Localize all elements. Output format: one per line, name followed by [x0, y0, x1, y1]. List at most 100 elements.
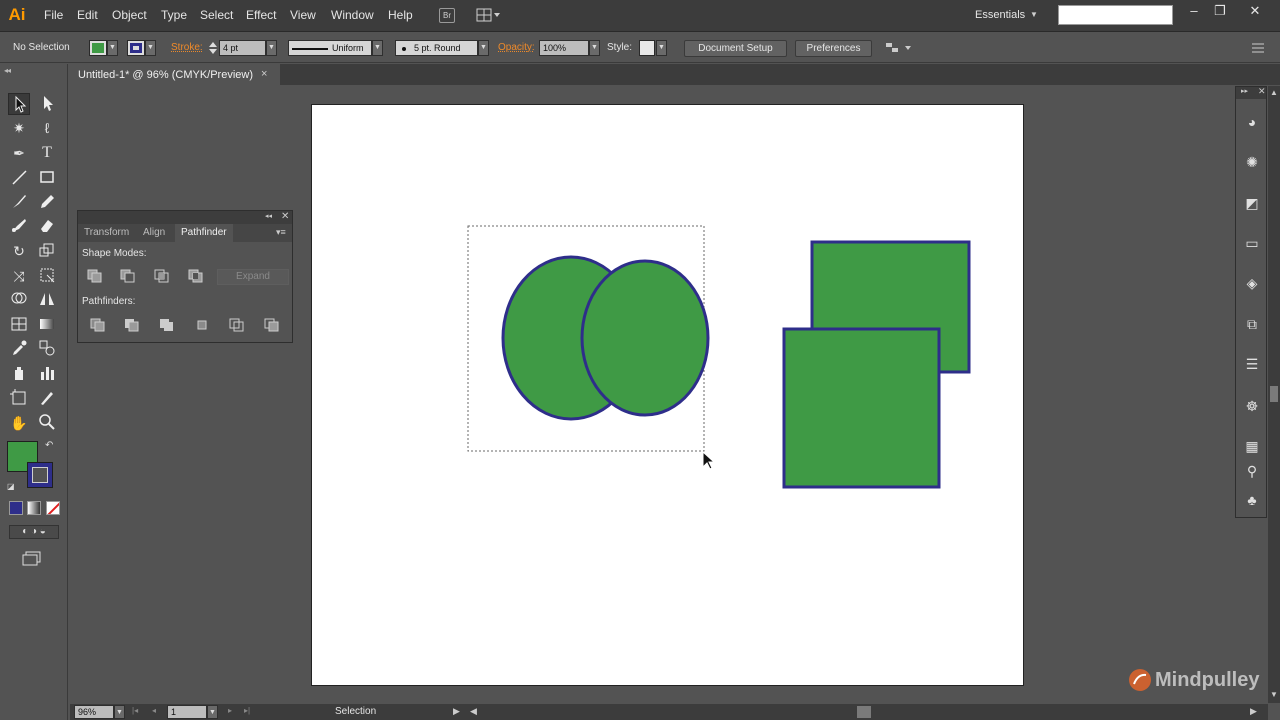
stroke-dropdown[interactable]: ▼ — [145, 40, 156, 56]
close-icon[interactable]: ✕ — [281, 211, 289, 222]
minus-back-icon[interactable] — [264, 318, 280, 332]
search-input[interactable] — [1058, 5, 1173, 25]
draw-mode-icon[interactable]: ◐ ◑ ◒ — [9, 525, 59, 539]
menu-edit[interactable]: Edit — [77, 8, 98, 22]
panel-titlebar[interactable]: ◂◂ ✕ — [78, 211, 292, 224]
stepper-icon[interactable] — [208, 41, 218, 55]
color-mode-icon[interactable] — [9, 501, 23, 515]
artboard-tool-icon[interactable] — [8, 388, 30, 410]
profile-dropdown[interactable]: ▼ — [372, 40, 383, 56]
rectangle-tool-icon[interactable] — [36, 167, 58, 189]
stroke-panel-icon[interactable]: ☰ — [1242, 354, 1262, 374]
right-ellipse[interactable] — [580, 259, 710, 417]
panel-menu-icon[interactable] — [1252, 43, 1264, 53]
expand-panels-icon[interactable]: ▸▸ — [1241, 87, 1248, 95]
pencil-tool-icon[interactable] — [36, 191, 58, 213]
graphic-style-swatch[interactable] — [639, 40, 655, 56]
color-panel-icon[interactable]: ◕ — [1242, 112, 1262, 132]
expand-button[interactable]: Expand — [217, 269, 289, 285]
close-button[interactable]: ✕ — [1245, 3, 1265, 21]
type-tool-icon[interactable]: T — [36, 142, 58, 164]
gradient-tool-icon[interactable] — [36, 314, 58, 336]
artboard[interactable] — [311, 104, 1024, 686]
swatches-panel-icon[interactable]: ◩ — [1242, 193, 1262, 213]
previous-artboard-icon[interactable]: ◂ — [152, 706, 156, 715]
bridge-button[interactable]: Br — [439, 8, 455, 23]
first-artboard-icon[interactable]: |◂ — [132, 706, 138, 715]
pen-tool-icon[interactable]: ✒ — [8, 142, 30, 164]
symbols-panel-icon[interactable]: ♣ — [1242, 490, 1262, 510]
menu-view[interactable]: View — [290, 8, 316, 22]
opacity-label[interactable]: Opacity: — [498, 42, 535, 53]
brushes-panel-icon[interactable]: ⚲ — [1242, 461, 1262, 481]
arrange-icon[interactable] — [885, 42, 913, 54]
next-artboard-icon[interactable]: ▸ — [228, 706, 232, 715]
column-graph-tool-icon[interactable] — [36, 363, 58, 385]
line-segment-tool-icon[interactable] — [8, 167, 30, 189]
status-text[interactable]: Selection — [335, 706, 376, 717]
lasso-tool-icon[interactable]: ℓ — [36, 117, 58, 139]
gradient-panel-icon[interactable]: ▭ — [1242, 233, 1262, 253]
tab-pathfinder[interactable]: Pathfinder — [175, 224, 233, 242]
width-tool-icon[interactable]: ⤨ — [8, 265, 30, 287]
opacity-input[interactable]: 100% — [539, 40, 589, 56]
arrange-documents-icon[interactable] — [476, 8, 502, 23]
unite-icon[interactable] — [87, 269, 103, 283]
crop-icon[interactable] — [194, 318, 210, 332]
chevron-down-icon[interactable]: ▼ — [1030, 10, 1038, 19]
dock-header[interactable]: ▸▸ ✕ — [1236, 86, 1266, 99]
hand-tool-icon[interactable]: ✋ — [8, 412, 30, 434]
free-transform-tool-icon[interactable] — [36, 265, 58, 287]
scroll-left-icon[interactable]: ◀ — [470, 706, 477, 717]
fill-swatch[interactable] — [89, 40, 107, 56]
opacity-dropdown[interactable]: ▼ — [589, 40, 600, 56]
menu-window[interactable]: Window — [331, 8, 374, 22]
workspace-switcher[interactable]: Essentials — [975, 9, 1025, 21]
magic-wand-tool-icon[interactable]: ✷ — [8, 117, 30, 139]
last-artboard-icon[interactable]: ▸| — [244, 706, 250, 715]
perspective-grid-tool-icon[interactable] — [36, 289, 58, 311]
selection-tool-icon[interactable] — [8, 93, 30, 115]
swap-icon[interactable]: ↶ — [45, 440, 53, 451]
default-colors-icon[interactable]: ◪ — [7, 482, 15, 491]
style-dropdown[interactable]: ▼ — [656, 40, 667, 56]
minus-front-icon[interactable] — [120, 269, 136, 283]
blend-tool-icon[interactable] — [36, 338, 58, 360]
tab-align[interactable]: Align — [137, 224, 171, 242]
tab-transform[interactable]: Transform — [78, 224, 135, 242]
menu-help[interactable]: Help — [388, 8, 413, 22]
close-icon[interactable]: × — [261, 68, 267, 80]
intersect-icon[interactable] — [154, 269, 170, 283]
brush-definition[interactable]: 5 pt. Round — [395, 40, 478, 56]
minimize-button[interactable]: – — [1184, 3, 1204, 21]
panel-menu-icon[interactable]: ▾≡ — [276, 227, 286, 238]
color-guide-icon[interactable]: ✺ — [1242, 152, 1262, 172]
scale-tool-icon[interactable] — [36, 240, 58, 262]
shape-builder-tool-icon[interactable] — [8, 289, 30, 311]
scroll-right-icon[interactable]: ▶ — [1250, 706, 1257, 717]
fill-dropdown[interactable]: ▼ — [107, 40, 118, 56]
document-setup-button[interactable]: Document Setup — [684, 40, 787, 57]
mesh-tool-icon[interactable] — [8, 314, 30, 336]
merge-icon[interactable] — [159, 318, 175, 332]
trim-icon[interactable] — [124, 318, 140, 332]
menu-file[interactable]: File — [44, 8, 63, 22]
document-tab[interactable]: Untitled-1* @ 96% (CMYK/Preview) × — [70, 64, 280, 85]
vertical-scrollbar[interactable]: ▲ ▼ — [1268, 86, 1280, 703]
zoom-level-input[interactable]: 96% — [74, 705, 114, 719]
scroll-down-icon[interactable]: ▼ — [1270, 690, 1278, 699]
rotate-tool-icon[interactable]: ↻ — [8, 240, 30, 262]
front-square[interactable] — [782, 327, 941, 489]
exclude-icon[interactable] — [188, 269, 204, 283]
menu-select[interactable]: Select — [200, 8, 233, 22]
layers-panel-icon[interactable]: ◈ — [1242, 273, 1262, 293]
menu-object[interactable]: Object — [112, 8, 147, 22]
zoom-tool-icon[interactable] — [36, 412, 58, 434]
stroke-weight-dropdown[interactable]: ▼ — [266, 40, 277, 56]
status-menu-icon[interactable]: ▶ — [453, 706, 460, 717]
blob-brush-tool-icon[interactable] — [8, 215, 30, 237]
artboard-number-input[interactable]: 1 — [167, 705, 207, 719]
gradient-mode-icon[interactable] — [27, 501, 41, 515]
collapse-icon[interactable]: ◂◂ — [4, 66, 11, 75]
stroke-weight-input[interactable]: 4 pt — [219, 40, 266, 56]
